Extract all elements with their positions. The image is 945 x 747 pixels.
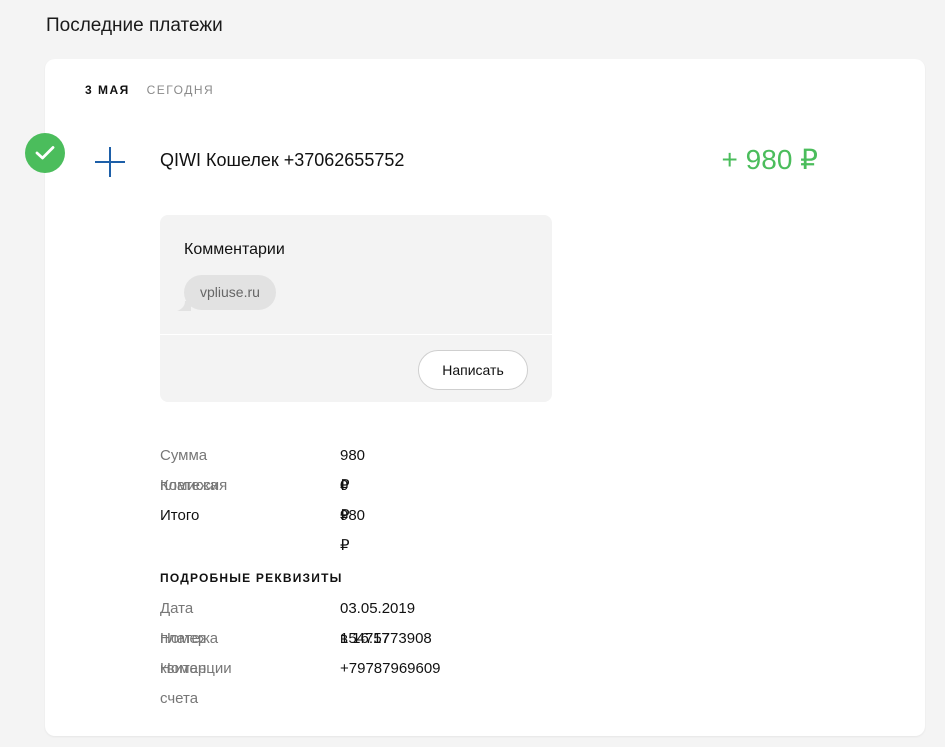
summary-label: Итого bbox=[160, 507, 200, 524]
plus-icon bbox=[95, 147, 125, 177]
payment-amount: + 980 ₽ bbox=[721, 144, 818, 175]
details-heading: Подробные реквизиты bbox=[160, 571, 343, 585]
write-comment-button[interactable]: Написать bbox=[418, 350, 528, 390]
check-icon bbox=[25, 133, 65, 173]
comments-title: Комментарии bbox=[184, 241, 285, 258]
details-label: Номер счета bbox=[160, 660, 207, 707]
page-title: Последние платежи bbox=[46, 15, 223, 36]
comments-panel: Комментарии vpliuse.ru Написать bbox=[160, 215, 552, 402]
date-label: 3 мая bbox=[85, 83, 130, 97]
comment-bubble: vpliuse.ru bbox=[184, 275, 276, 310]
details-value: +79787969609 bbox=[340, 660, 441, 677]
relative-date-label: сегодня bbox=[146, 83, 215, 97]
date-header: 3 мая сегодня bbox=[85, 83, 214, 97]
summary-value: 980 ₽ bbox=[340, 507, 366, 554]
payment-title[interactable]: QIWI Кошелек +37062655752 bbox=[160, 150, 404, 171]
details-value: 15475773908 bbox=[340, 630, 432, 647]
summary-label: Комиссия bbox=[160, 477, 228, 494]
